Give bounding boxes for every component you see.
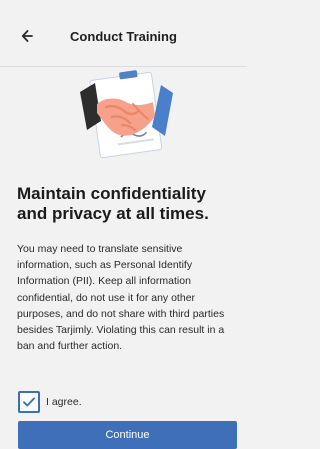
agree-label: I agree. <box>46 396 82 408</box>
continue-button-label: Continue <box>105 429 150 441</box>
confidentiality-paragraph: You may need to translate sensitive info… <box>17 243 225 353</box>
check-icon <box>23 397 35 407</box>
agree-checkbox[interactable] <box>18 391 40 413</box>
conduct-training-screen: Conduct Training Maintain confidentialit… <box>0 0 247 449</box>
headline: Maintain confidentiality and privacy at … <box>17 184 209 223</box>
page-title: Conduct Training <box>70 29 177 44</box>
agree-checkbox-row[interactable]: I agree. <box>18 391 82 413</box>
top-app-bar: Conduct Training <box>0 0 247 67</box>
handshake-icon <box>80 70 173 159</box>
continue-button[interactable]: Continue <box>18 421 237 449</box>
